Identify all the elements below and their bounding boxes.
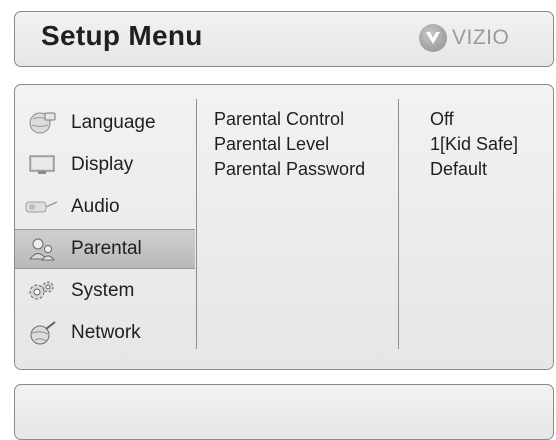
vizio-v-icon <box>419 24 447 52</box>
setting-value: Default <box>430 159 488 179</box>
menu-item-network[interactable]: Network <box>15 313 195 353</box>
main-panel: Language Display Audio Parental System N… <box>14 84 554 370</box>
settings-values: Off 1[Kid Safe] Default <box>430 109 518 184</box>
menu-item-label: Audio <box>71 196 120 217</box>
network-icon <box>25 319 59 347</box>
setting-value: Off <box>430 109 454 129</box>
language-icon <box>25 109 59 137</box>
menu-item-label: Language <box>71 112 156 133</box>
menu-item-audio[interactable]: Audio <box>15 187 195 227</box>
vizio-logo: VIZIO <box>419 24 509 52</box>
parental-icon <box>25 235 59 263</box>
menu-item-display[interactable]: Display <box>15 145 195 185</box>
category-menu: Language Display Audio Parental System N… <box>15 85 195 369</box>
setting-parental-level[interactable]: Parental Level <box>214 134 365 159</box>
logo-text: VIZIO <box>452 26 510 49</box>
column-divider <box>398 99 399 349</box>
menu-item-language[interactable]: Language <box>15 103 195 143</box>
setting-parental-password[interactable]: Parental Password <box>214 159 365 184</box>
menu-item-label: Parental <box>71 238 142 259</box>
menu-item-system[interactable]: System <box>15 271 195 311</box>
settings-names: Parental Control Parental Level Parental… <box>214 109 365 184</box>
page-title: Setup Menu <box>41 20 203 51</box>
system-icon <box>25 277 59 305</box>
setting-value: 1[Kid Safe] <box>430 134 519 154</box>
header-bar: Setup Menu VIZIO <box>14 11 554 67</box>
setting-parental-control[interactable]: Parental Control <box>214 109 365 134</box>
menu-item-label: Display <box>71 154 134 175</box>
help-panel <box>14 384 554 440</box>
audio-icon <box>25 193 59 221</box>
menu-item-label: Network <box>71 322 141 343</box>
menu-item-parental[interactable]: Parental <box>15 229 195 269</box>
menu-item-label: System <box>71 280 135 301</box>
display-icon <box>25 151 59 179</box>
column-divider <box>196 99 197 349</box>
